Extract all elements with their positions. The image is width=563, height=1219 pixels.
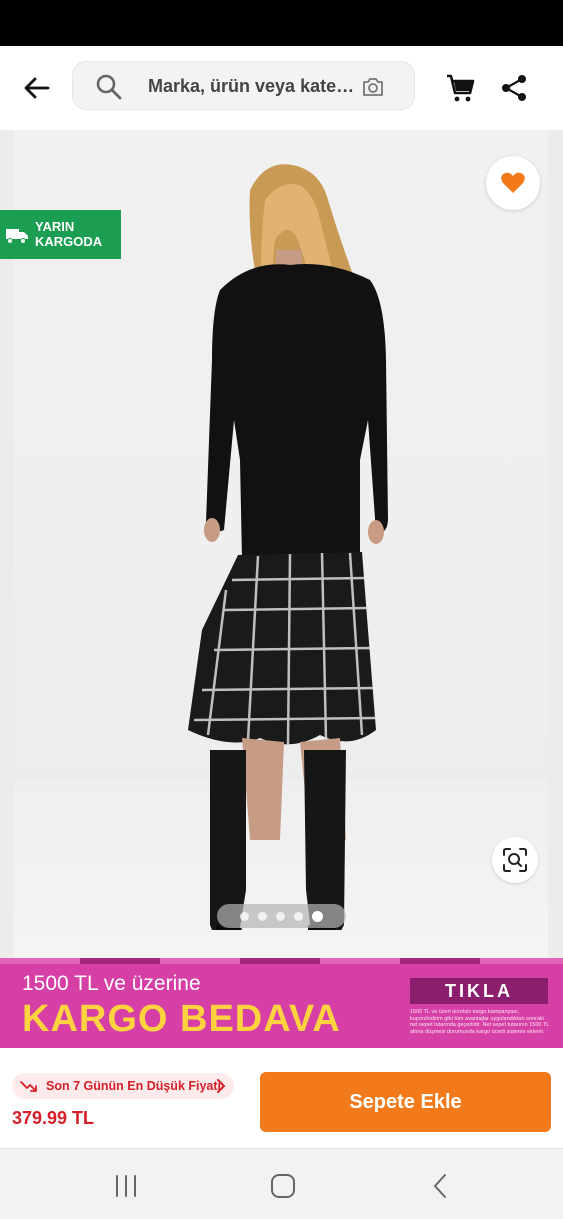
back-nav-icon (434, 1174, 446, 1198)
banner-title: KARGO BEDAVA (22, 998, 341, 1040)
truck-icon (6, 229, 28, 244)
recent-apps-button[interactable] (111, 1171, 141, 1201)
trend-down-icon (20, 1081, 37, 1092)
product-photo (188, 164, 388, 930)
purchase-bar: Son 7 Günün En Düşük Fiyatı 379.99 TL Se… (0, 1058, 563, 1148)
cart-icon (447, 74, 475, 102)
add-to-cart-button[interactable]: Sepete Ekle (260, 1072, 551, 1132)
product-price: 379.99 TL (12, 1108, 95, 1128)
lowest-price-badge[interactable]: Son 7 Günün En Düşük Fiyatı (12, 1073, 234, 1099)
banner-subtitle: 1500 TL ve üzerine (22, 972, 201, 995)
pager-dot[interactable] (294, 911, 303, 921)
top-app-bar: Marka, ürün veya kate… (0, 46, 563, 130)
free-shipping-banner[interactable]: 1500 TL ve üzerine KARGO BEDAVA TIKLA 15… (0, 958, 563, 1048)
favorite-button[interactable] (486, 156, 540, 210)
visual-search-icon (503, 848, 527, 872)
product-image-gallery[interactable]: YARIN KARGODA (0, 130, 563, 958)
camera-icon[interactable] (360, 74, 386, 100)
pager-dot[interactable] (240, 911, 249, 921)
search-icon (96, 74, 122, 100)
visual-search-button[interactable] (492, 837, 538, 883)
back-arrow-icon (24, 77, 50, 99)
pager-dot[interactable] (276, 911, 285, 921)
banner-cta-button[interactable]: TIKLA (410, 978, 548, 1004)
search-placeholder: Marka, ürün veya kate… (148, 76, 355, 96)
banner-fine-print: 1500 TL ve üzeri ücretsiz kargo kampanya… (410, 1009, 550, 1035)
image-pager (217, 904, 346, 928)
share-button[interactable] (499, 73, 529, 103)
recent-apps-icon (116, 1175, 136, 1197)
cart-button[interactable] (444, 72, 476, 104)
search-input[interactable]: Marka, ürün veya kate… (72, 61, 415, 110)
back-button[interactable] (18, 72, 54, 104)
lowest-price-label: Son 7 Günün En Düşük Fiyatı (46, 1079, 222, 1093)
heart-icon (501, 172, 525, 193)
status-bar (0, 0, 563, 46)
pager-dot[interactable] (258, 911, 267, 921)
home-button[interactable] (268, 1171, 298, 1201)
cargo-badge-label: YARIN KARGODA (35, 219, 103, 249)
home-icon (271, 1174, 295, 1198)
pager-dot-active[interactable] (312, 910, 323, 922)
system-nav-bar (0, 1148, 563, 1219)
chevron-right-icon (217, 1079, 226, 1093)
banner-stripe (0, 958, 563, 964)
share-icon (502, 75, 526, 101)
back-nav-button[interactable] (426, 1171, 456, 1201)
cargo-badge: YARIN KARGODA (0, 210, 121, 259)
